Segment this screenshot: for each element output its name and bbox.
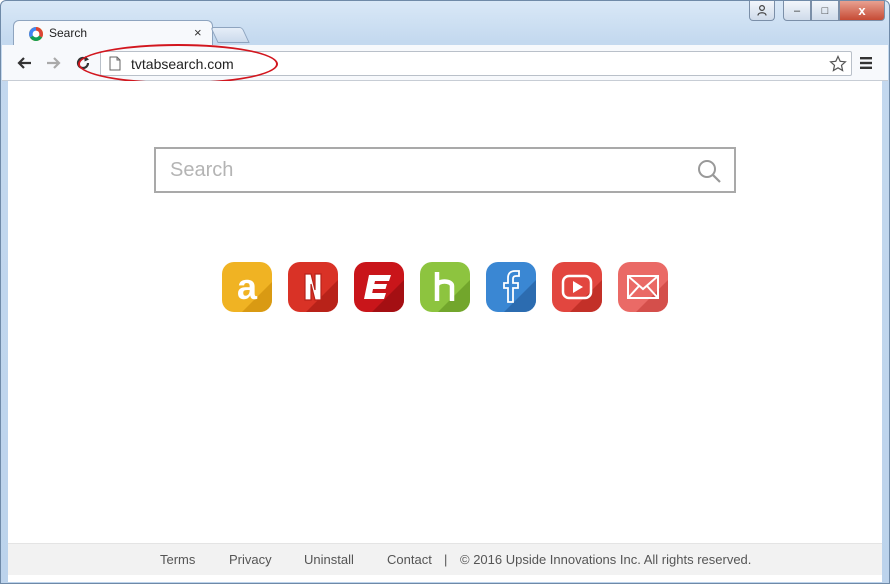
title-bar: Search × – □ x xyxy=(1,1,889,47)
user-icon xyxy=(757,5,767,16)
uninstall-link[interactable]: Uninstall xyxy=(304,552,354,567)
terms-link[interactable]: Terms xyxy=(160,552,195,567)
mail-icon xyxy=(618,262,668,312)
search-input[interactable] xyxy=(156,149,686,191)
search-box xyxy=(154,147,736,193)
youtube-tile[interactable] xyxy=(552,262,602,312)
chrome-search-favicon-icon xyxy=(29,27,43,41)
address-bar[interactable]: tvtabsearch.com xyxy=(100,51,852,76)
youtube-icon xyxy=(552,262,602,312)
espn-icon xyxy=(354,262,404,312)
bookmark-star-icon[interactable] xyxy=(829,55,847,73)
footer: Terms Privacy Uninstall Contact | © 2016… xyxy=(8,543,882,575)
svg-text:a: a xyxy=(237,266,258,307)
tab-search[interactable]: Search × xyxy=(13,20,213,47)
facebook-tile[interactable] xyxy=(486,262,536,312)
reload-icon[interactable] xyxy=(75,55,91,71)
tab-close-icon[interactable]: × xyxy=(194,25,202,41)
mail-tile[interactable] xyxy=(618,262,668,312)
maximize-button[interactable]: □ xyxy=(811,1,839,21)
tab-title: Search xyxy=(49,26,88,40)
contact-link[interactable]: Contact xyxy=(387,552,432,567)
minimize-button[interactable]: – xyxy=(783,1,811,21)
quick-links: a xyxy=(222,262,672,312)
url-text[interactable]: tvtabsearch.com xyxy=(131,56,234,72)
new-tab-button[interactable] xyxy=(210,27,250,43)
netflix-icon xyxy=(288,262,338,312)
search-icon[interactable] xyxy=(696,158,722,184)
espn-tile[interactable] xyxy=(354,262,404,312)
profile-button[interactable] xyxy=(749,1,775,21)
window-close-button[interactable]: x xyxy=(839,1,885,21)
page-content: a xyxy=(8,81,882,582)
netflix-tile[interactable] xyxy=(288,262,338,312)
footer-separator: | xyxy=(444,552,448,567)
hulu-tile[interactable] xyxy=(420,262,470,312)
privacy-link[interactable]: Privacy xyxy=(229,552,272,567)
back-arrow-icon[interactable] xyxy=(16,55,32,71)
hulu-icon xyxy=(420,262,470,312)
copyright-text: © 2016 Upside Innovations Inc. All right… xyxy=(460,552,752,567)
hamburger-menu-icon[interactable] xyxy=(859,56,873,70)
amazon-tile[interactable]: a xyxy=(222,262,272,312)
amazon-icon: a xyxy=(222,262,272,312)
page-icon xyxy=(109,56,121,71)
facebook-icon xyxy=(486,262,536,312)
forward-arrow-icon[interactable] xyxy=(46,55,62,71)
browser-toolbar: tvtabsearch.com xyxy=(2,45,888,81)
